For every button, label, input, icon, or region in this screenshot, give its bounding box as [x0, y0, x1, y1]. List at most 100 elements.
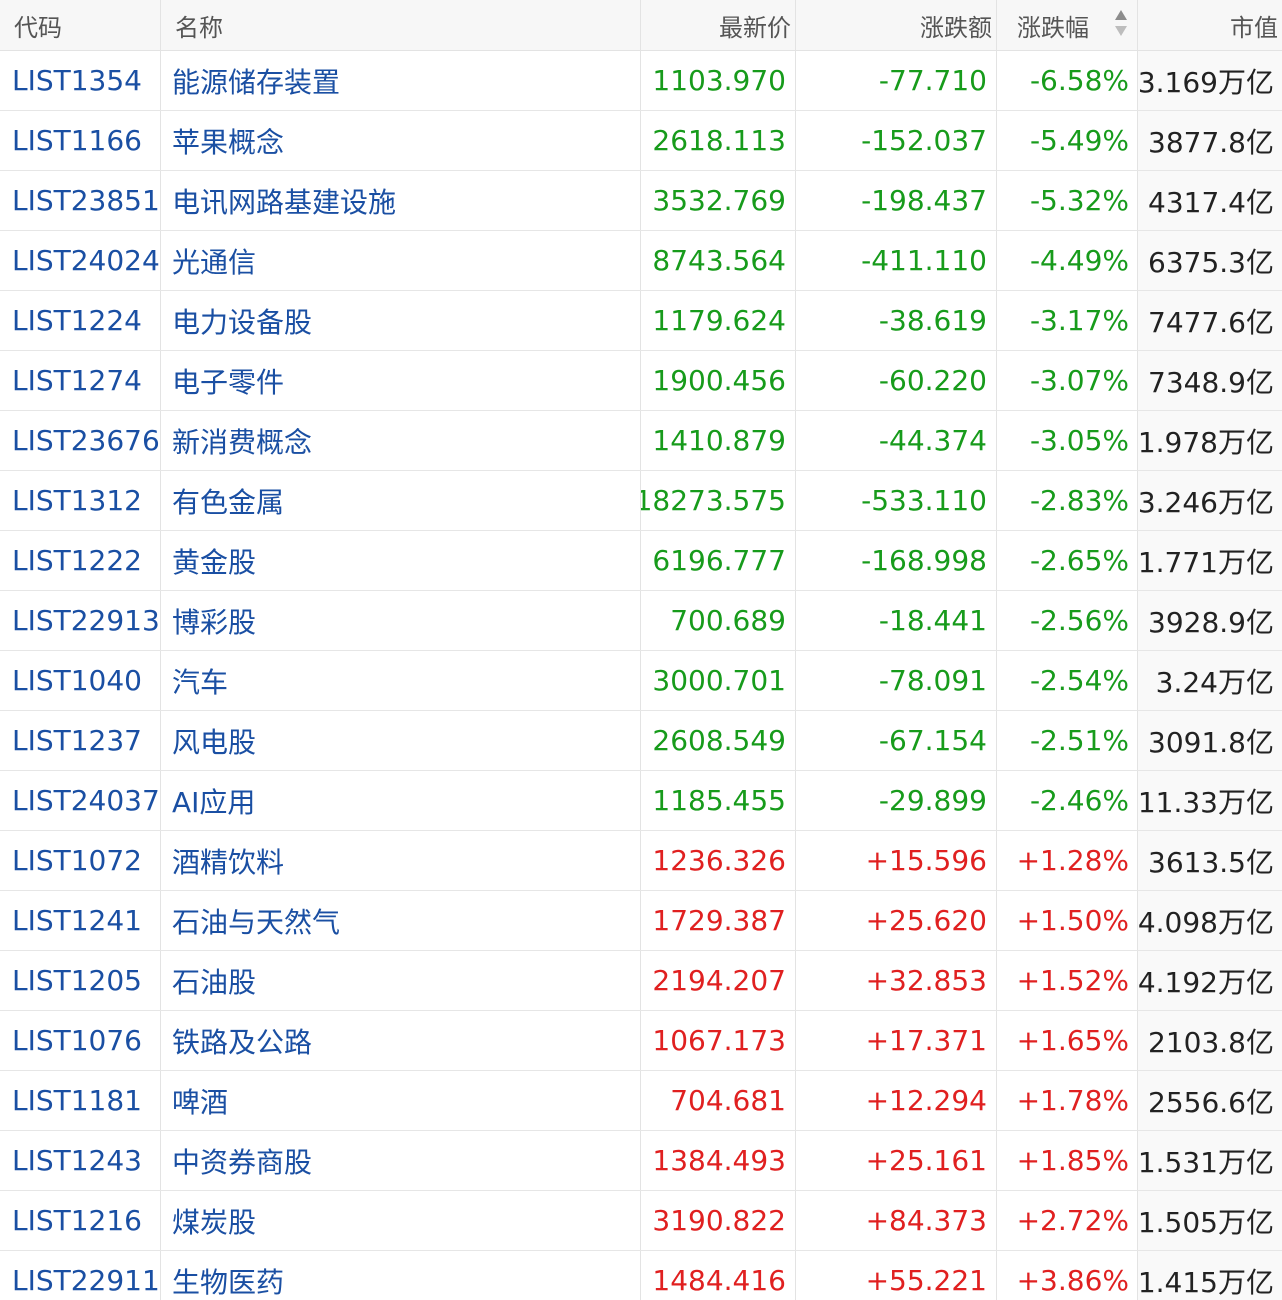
row-name-cell[interactable]: 煤炭股: [161, 1191, 641, 1250]
row-name[interactable]: 光通信: [172, 241, 256, 281]
row-code-cell[interactable]: LIST1312: [0, 471, 161, 530]
row-name[interactable]: 生物医药: [172, 1261, 284, 1300]
row-name-cell[interactable]: 苹果概念: [161, 111, 641, 170]
row-code[interactable]: LIST23851: [12, 184, 160, 217]
row-name-cell[interactable]: 博彩股: [161, 591, 641, 650]
table-row[interactable]: LIST1354 能源储存装置 1103.970 -77.710 -6.58% 3.169…: [0, 51, 1282, 111]
table-row[interactable]: LIST1181 啤酒 704.681 +12.294 +1.78% 2556.6亿: [0, 1071, 1282, 1131]
row-name-cell[interactable]: 电子零件: [161, 351, 641, 410]
row-code-cell[interactable]: LIST1274: [0, 351, 161, 410]
table-row[interactable]: LIST1222 黄金股 6196.777 -168.998 -2.65% 1.771万亿: [0, 531, 1282, 591]
row-code[interactable]: LIST1166: [12, 124, 142, 157]
row-name-cell[interactable]: 中资券商股: [161, 1131, 641, 1190]
row-name[interactable]: 电讯网路基建设施: [172, 181, 396, 221]
row-name-cell[interactable]: 能源储存装置: [161, 51, 641, 110]
row-name[interactable]: 啤酒: [172, 1081, 228, 1121]
row-name[interactable]: 电子零件: [172, 361, 284, 401]
table-row[interactable]: LIST24024 光通信 8743.564 -411.110 -4.49% 6375.3…: [0, 231, 1282, 291]
table-row[interactable]: LIST1243 中资券商股 1384.493 +25.161 +1.85% 1.531万…: [0, 1131, 1282, 1191]
row-code[interactable]: LIST23676: [12, 424, 160, 457]
table-row[interactable]: LIST23676 新消费概念 1410.879 -44.374 -3.05% 1.978…: [0, 411, 1282, 471]
row-name[interactable]: 风电股: [172, 721, 256, 761]
row-name-cell[interactable]: 黄金股: [161, 531, 641, 590]
row-code[interactable]: LIST1216: [12, 1204, 142, 1237]
table-row[interactable]: LIST1072 酒精饮料 1236.326 +15.596 +1.28% 3613.5亿: [0, 831, 1282, 891]
column-header-code[interactable]: 代码: [0, 0, 161, 50]
row-code[interactable]: LIST1224: [12, 304, 142, 337]
row-code[interactable]: LIST22911: [12, 1264, 160, 1297]
column-header-cap[interactable]: 市值: [1138, 0, 1282, 50]
row-code[interactable]: LIST1243: [12, 1144, 142, 1177]
row-code-cell[interactable]: LIST1354: [0, 51, 161, 110]
row-name[interactable]: 博彩股: [172, 601, 256, 641]
table-row[interactable]: LIST1216 煤炭股 3190.822 +84.373 +2.72% 1.505万亿: [0, 1191, 1282, 1251]
row-code-cell[interactable]: LIST1237: [0, 711, 161, 770]
row-code[interactable]: LIST1222: [12, 544, 142, 577]
table-row[interactable]: LIST1076 铁路及公路 1067.173 +17.371 +1.65% 2103.8…: [0, 1011, 1282, 1071]
row-code-cell[interactable]: LIST23851: [0, 171, 161, 230]
row-name-cell[interactable]: 新消费概念: [161, 411, 641, 470]
row-name-cell[interactable]: 石油股: [161, 951, 641, 1010]
row-code-cell[interactable]: LIST1040: [0, 651, 161, 710]
row-name[interactable]: 石油与天然气: [172, 901, 340, 941]
row-code-cell[interactable]: LIST1205: [0, 951, 161, 1010]
row-name[interactable]: 中资券商股: [172, 1141, 312, 1181]
row-name[interactable]: 能源储存装置: [172, 61, 340, 101]
table-row[interactable]: LIST1312 有色金属 18273.575 -533.110 -2.83% 3.246…: [0, 471, 1282, 531]
table-row[interactable]: LIST1040 汽车 3000.701 -78.091 -2.54% 3.24万亿: [0, 651, 1282, 711]
row-code-cell[interactable]: LIST1216: [0, 1191, 161, 1250]
row-code[interactable]: LIST22913: [12, 604, 160, 637]
row-code[interactable]: LIST1274: [12, 364, 142, 397]
row-code[interactable]: LIST1181: [12, 1084, 142, 1117]
row-name-cell[interactable]: 石油与天然气: [161, 891, 641, 950]
row-name-cell[interactable]: 啤酒: [161, 1071, 641, 1130]
row-code-cell[interactable]: LIST1243: [0, 1131, 161, 1190]
row-name[interactable]: 苹果概念: [172, 121, 284, 161]
column-header-change[interactable]: 涨跌额: [796, 0, 997, 50]
row-code[interactable]: LIST1205: [12, 964, 142, 997]
row-name-cell[interactable]: 有色金属: [161, 471, 641, 530]
table-row[interactable]: LIST1237 风电股 2608.549 -67.154 -2.51% 3091.8亿: [0, 711, 1282, 771]
row-name-cell[interactable]: 电讯网路基建设施: [161, 171, 641, 230]
row-name[interactable]: 石油股: [172, 961, 256, 1001]
row-name-cell[interactable]: 生物医药: [161, 1251, 641, 1300]
table-row[interactable]: LIST1241 石油与天然气 1729.387 +25.620 +1.50% 4.098…: [0, 891, 1282, 951]
row-code[interactable]: LIST24024: [12, 244, 160, 277]
row-name-cell[interactable]: 汽车: [161, 651, 641, 710]
row-code[interactable]: LIST1072: [12, 844, 142, 877]
row-code-cell[interactable]: LIST1072: [0, 831, 161, 890]
row-code[interactable]: LIST1241: [12, 904, 142, 937]
row-code[interactable]: LIST1076: [12, 1024, 142, 1057]
row-code-cell[interactable]: LIST22913: [0, 591, 161, 650]
row-code-cell[interactable]: LIST24024: [0, 231, 161, 290]
table-row[interactable]: LIST22913 博彩股 700.689 -18.441 -2.56% 3928.9亿: [0, 591, 1282, 651]
row-code-cell[interactable]: LIST1181: [0, 1071, 161, 1130]
table-row[interactable]: LIST1166 苹果概念 2618.113 -152.037 -5.49% 3877.8…: [0, 111, 1282, 171]
row-name[interactable]: 铁路及公路: [172, 1021, 312, 1061]
row-code[interactable]: LIST1312: [12, 484, 142, 517]
column-header-price[interactable]: 最新价: [641, 0, 796, 50]
row-name[interactable]: 有色金属: [172, 481, 284, 521]
row-name[interactable]: 电力设备股: [172, 301, 312, 341]
row-name-cell[interactable]: 酒精饮料: [161, 831, 641, 890]
row-name-cell[interactable]: 铁路及公路: [161, 1011, 641, 1070]
row-name[interactable]: 黄金股: [172, 541, 256, 581]
table-row[interactable]: LIST1224 电力设备股 1179.624 -38.619 -3.17% 7477.6…: [0, 291, 1282, 351]
row-name-cell[interactable]: 电力设备股: [161, 291, 641, 350]
table-row[interactable]: LIST1205 石油股 2194.207 +32.853 +1.52% 4.192万亿: [0, 951, 1282, 1011]
table-row[interactable]: LIST22911 生物医药 1484.416 +55.221 +3.86% 1.415万…: [0, 1251, 1282, 1300]
row-code-cell[interactable]: LIST23676: [0, 411, 161, 470]
row-code[interactable]: LIST1237: [12, 724, 142, 757]
row-code-cell[interactable]: LIST24037: [0, 771, 161, 830]
row-name-cell[interactable]: 风电股: [161, 711, 641, 770]
table-row[interactable]: LIST1274 电子零件 1900.456 -60.220 -3.07% 7348.9亿: [0, 351, 1282, 411]
row-code[interactable]: LIST1354: [12, 64, 142, 97]
table-row[interactable]: LIST24037 AI应用 1185.455 -29.899 -2.46% 11.33万…: [0, 771, 1282, 831]
row-name-cell[interactable]: AI应用: [161, 771, 641, 830]
row-code[interactable]: LIST1040: [12, 664, 142, 697]
row-code[interactable]: LIST24037: [12, 784, 160, 817]
row-code-cell[interactable]: LIST1076: [0, 1011, 161, 1070]
row-code-cell[interactable]: LIST1166: [0, 111, 161, 170]
column-header-name[interactable]: 名称: [161, 0, 641, 50]
row-name[interactable]: 新消费概念: [172, 421, 312, 461]
